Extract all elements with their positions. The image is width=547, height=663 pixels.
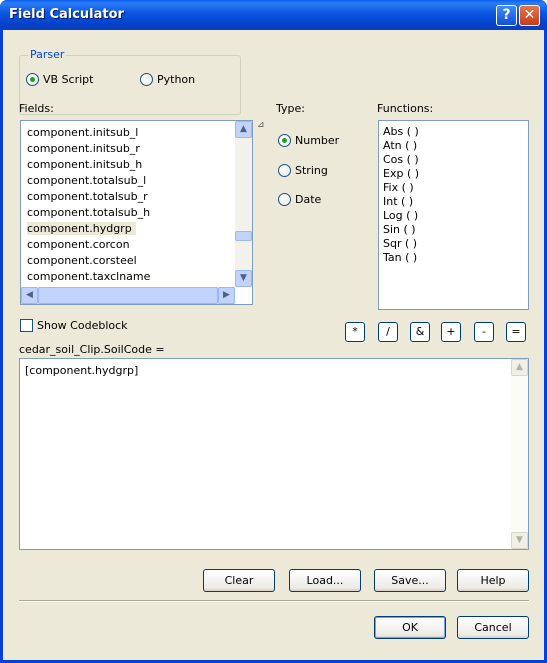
scroll-down-icon[interactable]: ▼	[235, 270, 252, 287]
function-item[interactable]: Sin ( )	[383, 223, 416, 236]
list-item[interactable]: component.initsub_h	[27, 158, 142, 171]
list-item[interactable]: component.corcon	[27, 238, 130, 251]
radio-selected-icon	[278, 133, 291, 147]
type-string-label: String	[295, 163, 328, 177]
function-item[interactable]: Sqr ( )	[383, 237, 417, 250]
function-item[interactable]: Cos ( )	[383, 153, 419, 166]
type-date-radio[interactable]: Date	[278, 191, 321, 207]
functions-list[interactable]: Abs ( ) Atn ( ) Cos ( ) Exp ( ) Fix ( ) …	[378, 120, 529, 310]
scroll-down-icon[interactable]: ▼	[511, 532, 528, 549]
concatenate-operator-button[interactable]: &	[410, 322, 430, 342]
subtract-operator-button[interactable]: -	[474, 322, 494, 342]
field-calculator-window: Field Calculator ? ✕ Parser VB Script Py…	[0, 0, 547, 663]
window-title: Field Calculator	[9, 7, 124, 22]
show-codeblock-checkbox[interactable]	[20, 319, 33, 332]
function-item[interactable]: Fix ( )	[383, 181, 414, 194]
list-item[interactable]: component.taxclname	[27, 270, 150, 283]
type-number-radio[interactable]: Number	[278, 132, 339, 148]
functions-label: Functions:	[377, 102, 434, 115]
help-button[interactable]: Help	[457, 569, 529, 592]
list-item[interactable]: component.totalsub_r	[27, 190, 148, 203]
list-item[interactable]: component.totalsub_h	[27, 206, 150, 219]
function-item[interactable]: Log ( )	[383, 209, 418, 222]
fields-horizontal-scrollbar[interactable]: ◀ ▶	[21, 287, 235, 304]
expression-target-label: cedar_soil_Clip.SoilCode =	[19, 343, 165, 356]
list-item[interactable]: component.initsub_l	[27, 126, 138, 139]
equals-operator-button[interactable]: =	[506, 322, 526, 342]
fields-list[interactable]: component.initsub_l component.initsub_r …	[20, 120, 253, 305]
list-item-selected[interactable]: component.hydgrp	[27, 222, 136, 235]
dialog-body: Parser VB Script Python Fields: componen…	[3, 30, 544, 660]
function-item[interactable]: Atn ( )	[383, 139, 417, 152]
horizontal-scroll-thumb[interactable]	[38, 287, 218, 304]
parser-python-radio[interactable]: Python	[140, 71, 195, 87]
save-button[interactable]: Save...	[374, 569, 446, 592]
show-codeblock-label: Show Codeblock	[37, 319, 128, 332]
type-string-radio[interactable]: String	[278, 162, 328, 178]
function-item[interactable]: Tan ( )	[383, 251, 417, 264]
list-item[interactable]: component.initsub_r	[27, 142, 140, 155]
parser-python-label: Python	[157, 72, 196, 86]
function-item[interactable]: Int ( )	[383, 195, 413, 208]
field-insert-marker-icon: ⊿	[257, 120, 265, 130]
expression-input[interactable]: [component.hydgrp] ▲ ▼	[19, 358, 529, 550]
type-number-label: Number	[295, 133, 340, 147]
fields-label: Fields:	[19, 102, 54, 115]
scroll-right-icon[interactable]: ▶	[218, 287, 235, 304]
function-item[interactable]: Abs ( )	[383, 125, 419, 138]
radio-selected-icon	[26, 72, 39, 86]
scroll-up-icon[interactable]: ▲	[511, 359, 528, 376]
load-button[interactable]: Load...	[289, 569, 361, 592]
list-item[interactable]: component.corsteel	[27, 254, 137, 267]
expression-scrollbar[interactable]: ▲ ▼	[511, 359, 528, 549]
list-item[interactable]: component.totalsub_l	[27, 174, 146, 187]
divide-operator-button[interactable]: /	[378, 322, 398, 342]
radio-empty-icon	[140, 72, 153, 86]
scroll-up-icon[interactable]: ▲	[235, 121, 252, 138]
ok-button[interactable]: OK	[374, 616, 446, 639]
title-bar[interactable]: Field Calculator ? ✕	[0, 0, 547, 30]
scroll-left-icon[interactable]: ◀	[21, 287, 38, 304]
clear-button[interactable]: Clear	[203, 569, 275, 592]
parser-legend: Parser	[28, 48, 67, 61]
help-icon[interactable]: ?	[496, 5, 517, 26]
parser-vbscript-label: VB Script	[43, 72, 94, 86]
add-operator-button[interactable]: +	[441, 322, 461, 342]
radio-empty-icon	[278, 192, 291, 206]
vertical-scroll-thumb[interactable]	[235, 231, 252, 241]
type-date-label: Date	[295, 192, 322, 206]
expression-text: [component.hydgrp]	[25, 364, 139, 377]
function-item[interactable]: Exp ( )	[383, 167, 419, 180]
type-label: Type:	[276, 102, 305, 115]
fields-vertical-scrollbar[interactable]: ▲ ▼	[235, 121, 252, 287]
cancel-button[interactable]: Cancel	[457, 616, 529, 639]
separator	[19, 600, 529, 602]
multiply-operator-button[interactable]: *	[345, 322, 365, 342]
parser-vbscript-radio[interactable]: VB Script	[26, 71, 93, 87]
close-icon[interactable]: ✕	[519, 5, 540, 26]
radio-empty-icon	[278, 163, 291, 177]
